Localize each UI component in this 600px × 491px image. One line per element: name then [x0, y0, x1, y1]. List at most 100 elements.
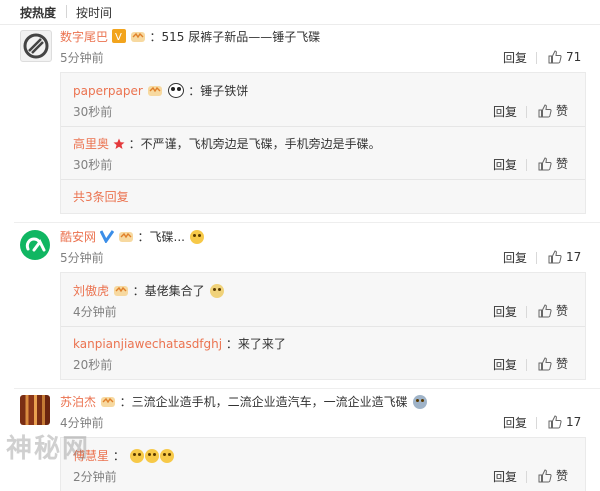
vip-badge-icon: V: [111, 29, 126, 47]
reply-button[interactable]: 回复: [493, 357, 517, 373]
husky-emoji-icon: [412, 395, 427, 409]
tabs-divider: [0, 24, 600, 25]
replies-box: 刘傲虎 ：基佬集合了 4分钟前 回复 赞 kanpianjiawechatasd…: [60, 272, 586, 380]
like-label: 赞: [556, 357, 569, 371]
crown-level-icon: [118, 229, 134, 247]
comment-line: 酷安网 ：飞碟...: [60, 229, 204, 247]
action-separator: [536, 52, 537, 64]
reply-text: ：锤子铁饼: [188, 84, 249, 98]
reply-time: 4分钟前: [73, 305, 117, 319]
like-button[interactable]: 赞: [538, 468, 568, 484]
sub-comment-line: 高里奥 ：不严谨，飞机旁边是飞碟，手机旁边是手碟。: [73, 136, 381, 154]
reply-time: 2分钟前: [73, 470, 117, 484]
like-button[interactable]: 赞: [538, 103, 568, 119]
reply-author[interactable]: 刘傲虎: [73, 284, 109, 298]
comment-author[interactable]: 数字尾巴: [60, 30, 108, 44]
tab-hot[interactable]: 按热度: [20, 4, 56, 21]
digit-tail-logo-icon: [23, 33, 49, 59]
reply-divider: [61, 326, 585, 327]
reply-button[interactable]: 回复: [493, 469, 517, 485]
tab-time[interactable]: 按时间: [76, 4, 112, 21]
doge-emoji-icon: [209, 284, 224, 298]
reply-button[interactable]: 回复: [503, 250, 527, 266]
laugh-emoji-icon: [159, 449, 174, 463]
thumb-up-icon: [548, 415, 562, 429]
thumb-up-icon: [538, 104, 552, 118]
like-button[interactable]: 17: [548, 249, 581, 265]
thumb-up-icon: [538, 357, 552, 371]
replies-box: 傅慧星 ： 2分钟前 回复 赞: [60, 437, 586, 491]
tab-separator: [66, 5, 67, 18]
like-button[interactable]: 71: [548, 49, 581, 65]
like-count: 17: [566, 250, 582, 264]
like-button[interactable]: 赞: [538, 303, 568, 319]
action-separator: [526, 471, 527, 483]
sub-comment-line: kanpianjiawechatasdfghj ：来了来了: [73, 336, 286, 352]
verified-v-icon: [99, 229, 115, 247]
action-separator: [526, 359, 527, 371]
thumb-up-icon: [548, 50, 562, 64]
reply-button[interactable]: 回复: [503, 50, 527, 66]
svg-text:V: V: [115, 32, 122, 43]
reply-text: ：不严谨，飞机旁边是飞碟，手机旁边是手碟。: [128, 137, 381, 151]
reply-time: 30秒前: [73, 105, 113, 119]
laugh-emoji-icon: [129, 449, 144, 463]
comment-divider: [14, 222, 600, 223]
thumb-up-icon: [548, 250, 562, 264]
view-more-replies-link[interactable]: 共3条回复: [73, 189, 129, 205]
laugh-emoji-icon: [144, 449, 159, 463]
action-separator: [536, 252, 537, 264]
reply-divider: [61, 179, 585, 180]
reply-time: 20秒前: [73, 358, 113, 372]
reply-time: 30秒前: [73, 158, 113, 172]
reply-author[interactable]: 高里奥: [73, 137, 109, 151]
sub-comment-line: 刘傲虎 ：基佬集合了: [73, 283, 224, 301]
crown-level-icon: [130, 29, 146, 47]
comment-time: 5分钟前: [60, 51, 104, 65]
reply-button[interactable]: 回复: [493, 304, 517, 320]
action-separator: [536, 417, 537, 429]
reply-text: ：基佬集合了: [132, 284, 205, 298]
like-count: 71: [566, 50, 582, 64]
like-button[interactable]: 17: [548, 414, 581, 430]
like-label: 赞: [556, 469, 569, 483]
laugh-emoji-icon: [189, 230, 204, 244]
sub-comment-line: paperpaper ：锤子铁饼: [73, 83, 248, 101]
comment-author[interactable]: 酷安网: [60, 230, 96, 244]
sort-tabs: 按热度 按时间: [0, 0, 600, 24]
action-separator: [526, 306, 527, 318]
crown-level-icon: [147, 83, 163, 101]
crown-level-icon: [100, 394, 116, 412]
reply-divider: [61, 126, 585, 127]
avatar[interactable]: [20, 230, 50, 260]
like-label: 赞: [556, 304, 569, 318]
thumb-up-icon: [538, 304, 552, 318]
avatar[interactable]: [20, 30, 52, 62]
comment-line: 数字尾巴 V ：515 尿裤子新品——锤子飞碟: [60, 29, 320, 47]
comment-author[interactable]: 苏泊杰: [60, 395, 96, 409]
star-icon: [113, 138, 125, 154]
reply-author[interactable]: kanpianjiawechatasdfghj: [73, 337, 222, 351]
reply-text: ：: [112, 449, 125, 463]
comment-text: ：515 尿裤子新品——锤子飞碟: [149, 30, 321, 44]
coolapk-logo-icon: [25, 237, 46, 252]
reply-button[interactable]: 回复: [493, 157, 517, 173]
watermark: 神秘网: [6, 434, 91, 464]
comment-divider: [14, 388, 600, 389]
thumb-up-icon: [538, 157, 552, 171]
comment-line: 苏泊杰 ：三流企业造手机，二流企业造汽车，一流企业造飞碟: [60, 394, 427, 412]
reply-button[interactable]: 回复: [493, 104, 517, 120]
like-label: 赞: [556, 104, 569, 118]
reply-text: ：来了来了: [225, 337, 286, 351]
replies-box: paperpaper ：锤子铁饼 30秒前 回复 赞 高里奥 ：不严谨，飞机旁边…: [60, 72, 586, 214]
like-count: 17: [566, 415, 582, 429]
like-label: 赞: [556, 157, 569, 171]
like-button[interactable]: 赞: [538, 356, 568, 372]
reply-button[interactable]: 回复: [503, 415, 527, 431]
thumb-up-icon: [538, 469, 552, 483]
reply-author[interactable]: paperpaper: [73, 84, 143, 98]
panda-emoji-icon: [168, 83, 185, 98]
avatar[interactable]: [20, 395, 50, 425]
comment-text: ：飞碟...: [137, 230, 185, 244]
like-button[interactable]: 赞: [538, 156, 568, 172]
